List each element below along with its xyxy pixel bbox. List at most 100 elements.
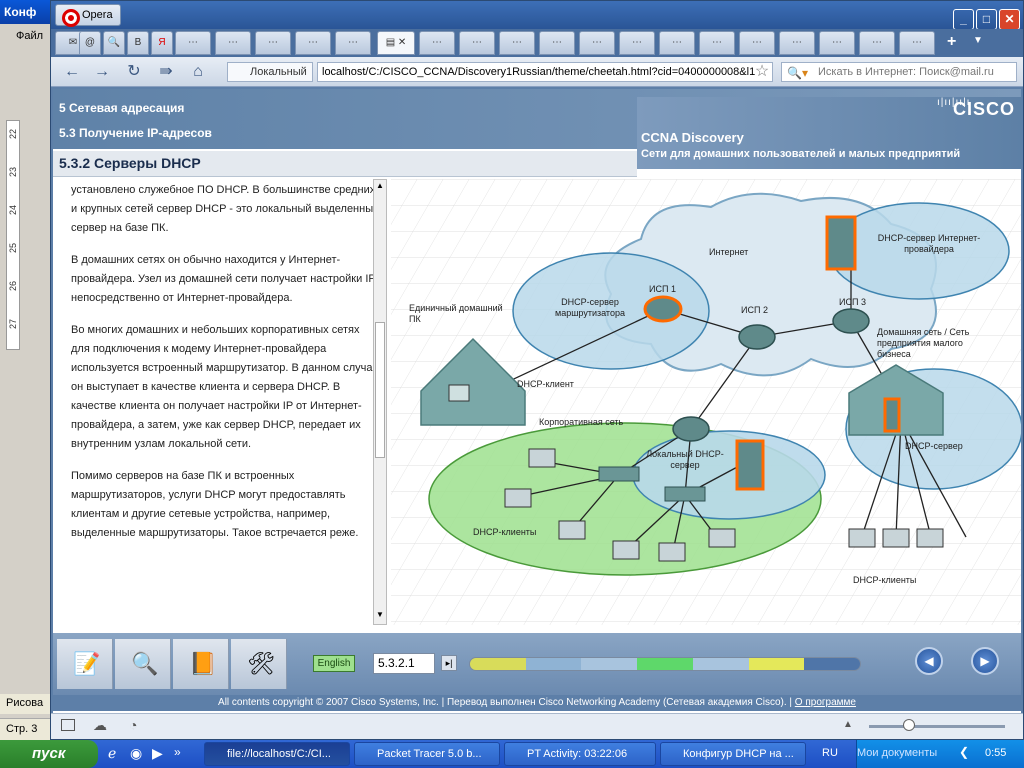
notes-button[interactable]: 📝 (57, 639, 113, 689)
progress-segment[interactable] (692, 658, 749, 670)
isp2-router-icon (738, 324, 776, 350)
section-title: 5.3 Получение IP-адресов (59, 126, 212, 140)
course-toolbar: 📝 🔍 📙 🛠 English 5.3.2.1 ▸| ◀ ▶ (53, 633, 1021, 695)
tab-page[interactable]: ⋯ (539, 31, 575, 55)
label-isp3: ИСП 3 (839, 297, 866, 307)
isp1-router-icon (643, 295, 683, 323)
label-corp-net: Корпоративная сеть (539, 417, 624, 427)
tab-vk[interactable]: В (127, 31, 149, 55)
progress-segment[interactable] (470, 658, 526, 670)
bookmark-star-icon[interactable]: ☆ (751, 62, 773, 82)
tab-yandex[interactable]: Я (151, 31, 173, 55)
zoom-slider[interactable] (869, 725, 1005, 728)
tab-chat[interactable]: @ (79, 31, 101, 55)
page-number-field[interactable]: 5.3.2.1 (373, 653, 435, 674)
tab-speeddial[interactable]: ⋯ (175, 31, 211, 55)
forward-icon[interactable]: → (91, 62, 113, 82)
back-icon[interactable]: ← (61, 62, 83, 82)
brand-title: CCNA Discovery (641, 130, 744, 145)
tab-page[interactable]: ⋯ (579, 31, 615, 55)
tab-active-cisco[interactable]: ▤ ✕ (377, 31, 415, 55)
progress-bar[interactable] (469, 657, 861, 671)
taskbar-item-packet-tracer[interactable]: Packet Tracer 5.0 b... (354, 742, 500, 766)
reload-icon[interactable]: ↻ (123, 62, 145, 82)
language-indicator[interactable]: RU (822, 747, 838, 759)
glossary-button[interactable]: 📙 (173, 639, 229, 689)
taskbar-item-opera[interactable]: file://localhost/C:/CI... (204, 742, 350, 766)
chrome-icon[interactable]: ◉ (130, 745, 142, 762)
word-menu-file[interactable]: Файл (16, 30, 43, 42)
paragraph: Во многих домашних и небольших корпорати… (71, 324, 379, 450)
text-scrollbar[interactable]: ▲ ▼ (373, 179, 387, 625)
tab-search[interactable]: 🔍 (103, 31, 125, 55)
opera-menu-button[interactable]: Opera (55, 4, 121, 27)
scroll-down-icon[interactable]: ▼ (375, 610, 385, 622)
next-page-button[interactable]: ▶ (971, 647, 999, 675)
taskbar-item-label: Packet Tracer 5.0 b... (377, 748, 482, 760)
media-icon[interactable]: ▶ (152, 745, 163, 762)
taskbar: пуск ℯ ◉ ▶ » file://localhost/C:/CI... P… (0, 740, 1024, 768)
scroll-up-icon[interactable]: ▲ (375, 181, 385, 193)
language-button[interactable]: English (313, 655, 355, 672)
tab-page[interactable]: ⋯ (215, 31, 251, 55)
zoom-out-icon[interactable]: ▲ (843, 719, 853, 730)
book-icon: 📙 (189, 651, 217, 676)
search-button[interactable]: 🔍 (115, 639, 171, 689)
progress-segment[interactable] (804, 658, 860, 670)
tab-page[interactable]: ⋯ (419, 31, 455, 55)
quicklaunch-more-icon[interactable]: » (174, 745, 181, 759)
taskbar-item-word[interactable]: Конфигур DHCP на ... (660, 742, 806, 766)
local-badge[interactable]: Локальный (227, 62, 313, 82)
previous-page-button[interactable]: ◀ (915, 647, 943, 675)
progress-segment[interactable] (748, 658, 805, 670)
my-documents-link[interactable]: Мои документы (857, 747, 937, 759)
tab-page[interactable]: ⋯ (699, 31, 735, 55)
tab-page[interactable]: ⋯ (255, 31, 291, 55)
tab-menu-icon[interactable]: ▼ (973, 35, 983, 46)
go-icon[interactable]: ▸| (441, 655, 457, 671)
word-title[interactable]: Конф (0, 0, 52, 24)
search-engine-icon[interactable]: 🔍▾ (787, 66, 808, 80)
ruler-number: 24 (8, 205, 18, 216)
tab-page[interactable]: ⋯ (459, 31, 495, 55)
word-draw-toolbar[interactable]: Рисова (0, 694, 52, 714)
start-button[interactable]: пуск (0, 740, 98, 768)
home-icon[interactable]: ⌂ (187, 62, 209, 82)
tab-page[interactable]: ⋯ (739, 31, 775, 55)
tab-page[interactable]: ⋯ (779, 31, 815, 55)
ie-icon[interactable]: ℯ (108, 745, 116, 762)
search-input[interactable]: Искать в Интернет: Поиск@mail.ru (781, 62, 1017, 82)
close-icon[interactable]: ✕ (999, 9, 1020, 30)
progress-segment[interactable] (525, 658, 582, 670)
copyright-text: All contents copyright © 2007 Cisco Syst… (218, 697, 795, 708)
label-internet: Интернет (709, 247, 749, 257)
address-bar[interactable]: localhost/C:/CISCO_CCNA/Discovery1Russia… (317, 62, 773, 82)
cloud-icon[interactable]: ☁ (93, 717, 107, 734)
new-tab-icon[interactable]: + (947, 33, 956, 51)
tab-page[interactable]: ⋯ (295, 31, 331, 55)
tab-page[interactable]: ⋯ (499, 31, 535, 55)
tab-page[interactable]: ⋯ (335, 31, 371, 55)
zoom-slider-thumb[interactable] (903, 719, 915, 731)
text-panel[interactable]: установлено служебное ПО DHCP. В большин… (53, 179, 389, 625)
maximize-icon[interactable]: □ (976, 9, 997, 30)
tab-bar: ✉ @ 🔍 В Я ⋯ ⋯ ⋯ ⋯ ⋯ ▤ ✕ ⋯ ⋯ ⋯ ⋯ ⋯ ⋯ ⋯ ⋯ … (51, 29, 1023, 57)
about-link[interactable]: О программе (795, 697, 856, 708)
tab-page[interactable]: ⋯ (659, 31, 695, 55)
tab-page[interactable]: ⋯ (859, 31, 895, 55)
scroll-thumb[interactable] (375, 322, 385, 458)
speed-icon[interactable]: ◔ (129, 717, 137, 733)
tab-page[interactable]: ⋯ (619, 31, 655, 55)
taskbar-item-pt-activity[interactable]: PT Activity: 03:22:06 (504, 742, 656, 766)
home-pc-icon (448, 384, 470, 402)
tray-arrow-icon[interactable]: ❮ (959, 745, 969, 759)
progress-segment[interactable] (637, 658, 693, 670)
progress-segment[interactable] (581, 658, 638, 670)
local-dhcp-zone (632, 430, 826, 520)
tab-page[interactable]: ⋯ (819, 31, 855, 55)
panel-toggle-icon[interactable] (61, 719, 75, 731)
minimize-icon[interactable]: _ (953, 9, 974, 30)
tab-page[interactable]: ⋯ (899, 31, 935, 55)
tools-button[interactable]: 🛠 (231, 639, 287, 689)
fast-forward-icon[interactable]: ⇛ (155, 62, 177, 82)
